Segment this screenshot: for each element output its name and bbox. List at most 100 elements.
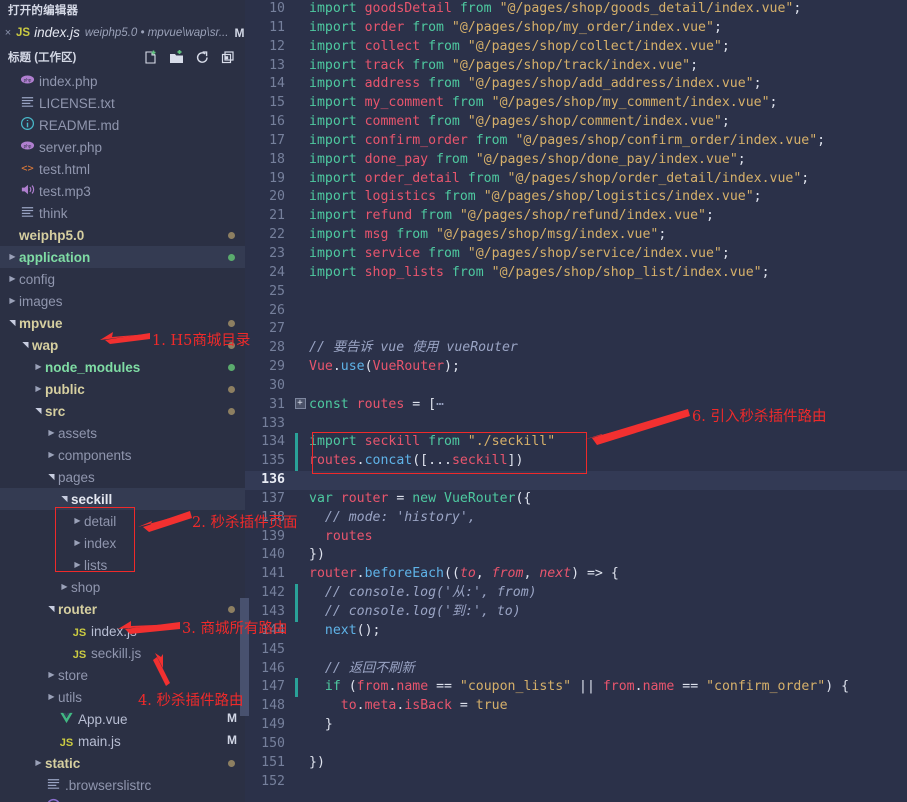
- tree-item-shop[interactable]: ▶ shop: [0, 576, 245, 598]
- code-line[interactable]: 150: [245, 735, 907, 754]
- code-line[interactable]: 145: [245, 641, 907, 660]
- chevron-right-icon[interactable]: ▶: [6, 268, 19, 290]
- code-line[interactable]: 15 import my_comment from "@/pages/shop/m…: [245, 94, 907, 113]
- tree-item-pages[interactable]: ◢ pages: [0, 466, 245, 488]
- tree-item-test-mp3[interactable]: test.mp3: [0, 180, 245, 202]
- chevron-right-icon[interactable]: ▶: [6, 246, 19, 268]
- tree-item-detail[interactable]: ▶ detail: [0, 510, 245, 532]
- tree-item-public[interactable]: ▶ public: [0, 378, 245, 400]
- code-line[interactable]: 16 import comment from "@/pages/shop/comm…: [245, 113, 907, 132]
- chevron-right-icon[interactable]: ▶: [45, 664, 58, 686]
- tree-item-test-html[interactable]: <> test.html: [0, 158, 245, 180]
- chevron-right-icon[interactable]: ▶: [6, 290, 19, 312]
- new-file-icon[interactable]: [142, 49, 159, 66]
- code-line[interactable]: 144 next();: [245, 622, 907, 641]
- open-editors-section-title[interactable]: 打开的编辑器: [0, 0, 245, 22]
- tree-item-node-modules[interactable]: ▶ node_modules: [0, 356, 245, 378]
- tree-item-browserslistrc[interactable]: .browserslistrc: [0, 774, 245, 796]
- tree-item-mpvue[interactable]: ◢ mpvue: [0, 312, 245, 334]
- code-line[interactable]: 141 router.beforeEach((to, from, next) =>…: [245, 565, 907, 584]
- code-line[interactable]: 11 import order from "@/pages/shop/my_ord…: [245, 19, 907, 38]
- code-line[interactable]: 24 import shop_lists from "@/pages/shop/s…: [245, 264, 907, 283]
- code-editor[interactable]: 10 import goodsDetail from "@/pages/shop/…: [245, 0, 907, 802]
- code-line[interactable]: 28 // 要告诉 vue 使用 vueRouter: [245, 339, 907, 358]
- code-line[interactable]: 20 import logistics from "@/pages/shop/lo…: [245, 188, 907, 207]
- tree-item-think[interactable]: think: [0, 202, 245, 224]
- fold-expand-icon[interactable]: +: [291, 396, 309, 415]
- code-line[interactable]: 135 routes.concat([...seckill]): [245, 452, 907, 472]
- chevron-down-icon[interactable]: ◢: [2, 317, 24, 330]
- code-line[interactable]: 23 import service from "@/pages/shop/serv…: [245, 245, 907, 264]
- chevron-right-icon[interactable]: ▶: [58, 576, 71, 598]
- code-line[interactable]: 19 import order_detail from "@/pages/shop…: [245, 170, 907, 189]
- tree-item-store[interactable]: ▶ store: [0, 664, 245, 686]
- code-line[interactable]: 139 routes: [245, 528, 907, 547]
- code-line[interactable]: 27: [245, 320, 907, 339]
- code-line[interactable]: 26: [245, 302, 907, 321]
- chevron-down-icon[interactable]: ◢: [15, 339, 37, 352]
- code-line[interactable]: 31 + const routes = [⋯: [245, 396, 907, 415]
- code-line[interactable]: 147 if (from.name == "coupon_lists" || f…: [245, 678, 907, 698]
- tree-item-router[interactable]: ◢ router: [0, 598, 245, 620]
- code-line[interactable]: 18 import done_pay from "@/pages/shop/don…: [245, 151, 907, 170]
- tree-item-app-vue[interactable]: App.vue M: [0, 708, 245, 730]
- code-line[interactable]: 13 import track from "@/pages/shop/track/…: [245, 57, 907, 76]
- tree-item-license-txt[interactable]: LICENSE.txt: [0, 92, 245, 114]
- tree-item-lists[interactable]: ▶ lists: [0, 554, 245, 576]
- code-line[interactable]: 10 import goodsDetail from "@/pages/shop/…: [245, 0, 907, 19]
- tree-item-index-js[interactable]: JS index.js: [0, 620, 245, 642]
- tree-item-seckill-js[interactable]: JS seckill.js: [0, 642, 245, 664]
- code-line[interactable]: 17 import confirm_order from "@/pages/sho…: [245, 132, 907, 151]
- chevron-right-icon[interactable]: ▶: [32, 378, 45, 400]
- tree-item-index[interactable]: ▶ index: [0, 532, 245, 554]
- tree-item-eslintrc-js[interactable]: .eslintrc.js: [0, 796, 245, 802]
- tree-item-seckill[interactable]: ◢ seckill: [0, 488, 245, 510]
- code-line[interactable]: 30: [245, 377, 907, 396]
- tree-item-wap[interactable]: ◢ wap: [0, 334, 245, 356]
- tree-item-utils[interactable]: ▶ utils: [0, 686, 245, 708]
- code-line[interactable]: 152: [245, 773, 907, 792]
- editor-scrollbar-thumb[interactable]: [240, 598, 249, 716]
- open-editor-item[interactable]: × JS index.js weiphp5.0 • mpvue\wap\sr..…: [0, 22, 245, 44]
- code-line[interactable]: 149 }: [245, 716, 907, 735]
- chevron-down-icon[interactable]: ◢: [41, 603, 63, 616]
- tree-item-main-js[interactable]: JS main.js M: [0, 730, 245, 752]
- tree-item-readme-md[interactable]: README.md: [0, 114, 245, 136]
- chevron-down-icon[interactable]: ◢: [54, 493, 76, 506]
- code-line[interactable]: 133: [245, 415, 907, 434]
- tree-item-assets[interactable]: ▶ assets: [0, 422, 245, 444]
- chevron-right-icon[interactable]: ▶: [45, 422, 58, 444]
- tree-item-static[interactable]: ▶ static: [0, 752, 245, 774]
- code-line[interactable]: 29 Vue.use(VueRouter);: [245, 358, 907, 377]
- code-line[interactable]: 12 import collect from "@/pages/shop/coll…: [245, 38, 907, 57]
- workspace-section-header[interactable]: 标题 (工作区): [0, 44, 245, 70]
- chevron-right-icon[interactable]: ▶: [45, 686, 58, 708]
- tree-item-server-php[interactable]: php server.php: [0, 136, 245, 158]
- code-content[interactable]: 10 import goodsDetail from "@/pages/shop/…: [245, 0, 907, 791]
- code-line[interactable]: 151}): [245, 754, 907, 773]
- tree-item-index-php[interactable]: php index.php: [0, 70, 245, 92]
- code-line[interactable]: 148 to.meta.isBack = true: [245, 697, 907, 716]
- tree-item-src[interactable]: ◢ src: [0, 400, 245, 422]
- tree-item-images[interactable]: ▶ images: [0, 290, 245, 312]
- tree-item-config[interactable]: ▶ config: [0, 268, 245, 290]
- chevron-right-icon[interactable]: ▶: [32, 356, 45, 378]
- chevron-right-icon[interactable]: ▶: [71, 510, 84, 532]
- code-line[interactable]: 25: [245, 283, 907, 302]
- code-line[interactable]: 146 // 返回不刷新: [245, 660, 907, 679]
- code-line[interactable]: 136: [245, 471, 907, 490]
- tree-item-weiphp5-0[interactable]: weiphp5.0: [0, 224, 245, 246]
- tree-item-application[interactable]: ▶ application: [0, 246, 245, 268]
- refresh-icon[interactable]: [194, 49, 211, 66]
- close-icon[interactable]: ×: [2, 22, 14, 44]
- new-folder-icon[interactable]: [168, 49, 185, 66]
- collapse-all-icon[interactable]: [220, 49, 237, 66]
- chevron-right-icon[interactable]: ▶: [45, 444, 58, 466]
- chevron-right-icon[interactable]: ▶: [71, 554, 84, 576]
- code-line[interactable]: 21 import refund from "@/pages/shop/refun…: [245, 207, 907, 226]
- chevron-right-icon[interactable]: ▶: [32, 752, 45, 774]
- code-line[interactable]: 137 var router = new VueRouter({: [245, 490, 907, 509]
- code-line[interactable]: 134 import seckill from "./seckill": [245, 433, 907, 453]
- code-line[interactable]: 14 import address from "@/pages/shop/add_…: [245, 75, 907, 94]
- chevron-down-icon[interactable]: ◢: [28, 405, 50, 418]
